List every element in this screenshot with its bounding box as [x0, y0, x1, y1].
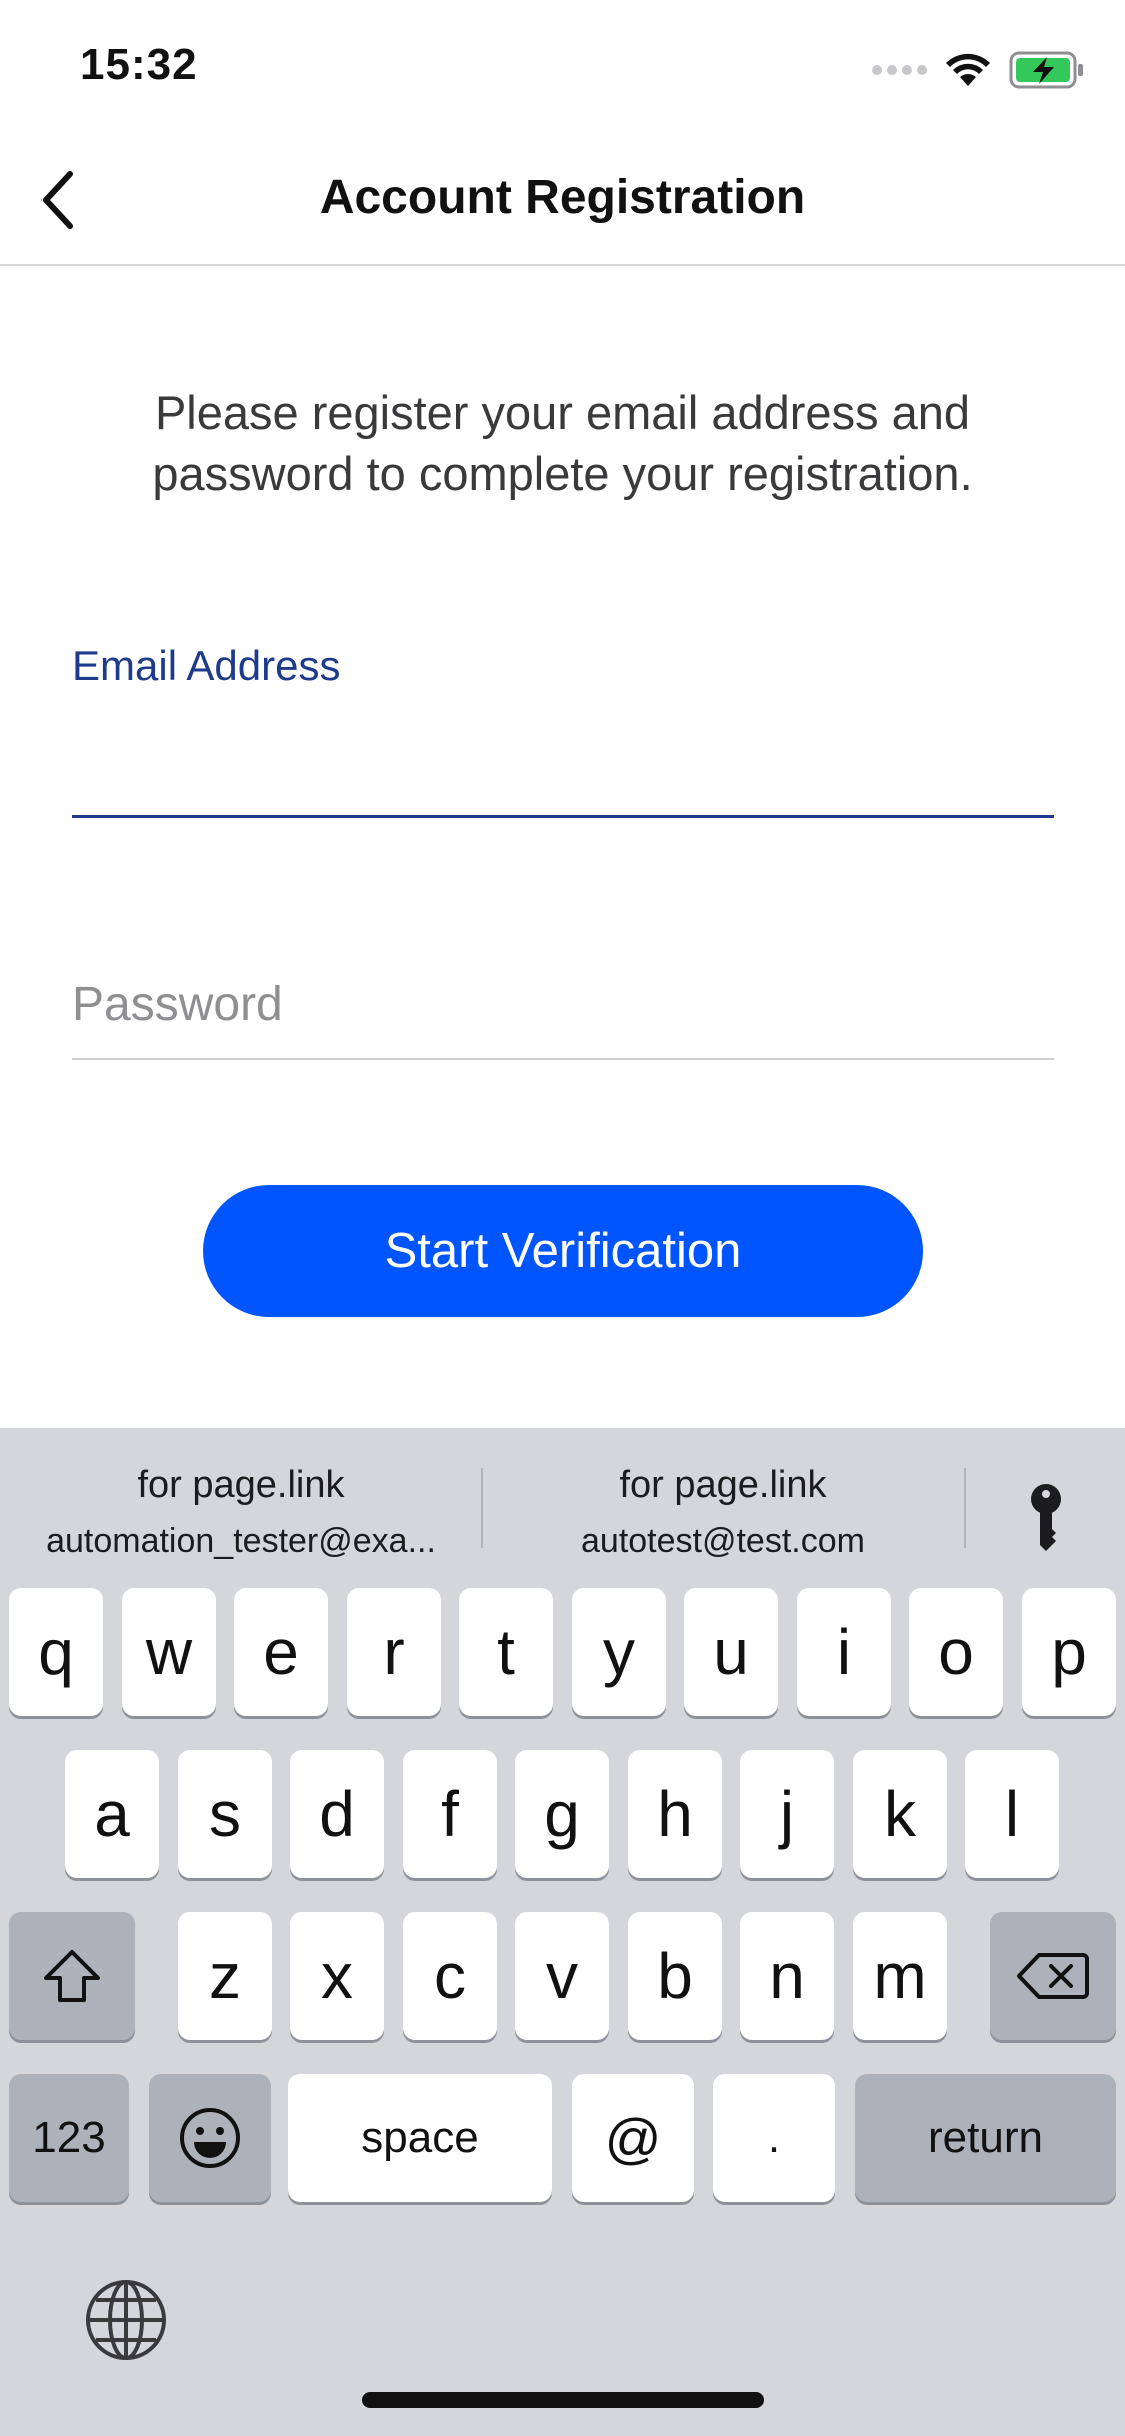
suggestion-site: for page.link	[137, 1464, 345, 1506]
suggestion-account: automation_tester@exa...	[46, 1522, 436, 1560]
key-h[interactable]: h	[628, 1750, 722, 1878]
suggestion-account: autotest@test.com	[581, 1522, 865, 1560]
chevron-left-icon	[43, 171, 73, 229]
shift-key[interactable]	[9, 1912, 135, 2040]
period-key[interactable]: .	[713, 2074, 835, 2202]
key-a[interactable]: a	[65, 1750, 159, 1878]
backspace-icon	[1017, 1953, 1089, 1999]
key-w[interactable]: w	[122, 1588, 216, 1716]
password-key-icon[interactable]	[1018, 1468, 1074, 1568]
battery-charging-icon	[1009, 51, 1083, 89]
numbers-key[interactable]: 123	[9, 2074, 129, 2202]
key-c[interactable]: c	[403, 1912, 497, 2040]
key-v[interactable]: v	[515, 1912, 609, 2040]
key-d[interactable]: d	[290, 1750, 384, 1878]
space-key[interactable]: space	[288, 2074, 552, 2202]
key-m[interactable]: m	[853, 1912, 947, 2040]
back-button[interactable]	[18, 160, 98, 240]
home-indicator	[362, 2392, 764, 2408]
cellular-signal-icon	[872, 65, 927, 75]
key-e[interactable]: e	[234, 1588, 328, 1716]
key-i[interactable]: i	[797, 1588, 891, 1716]
key-b[interactable]: b	[628, 1912, 722, 2040]
key-q[interactable]: q	[9, 1588, 103, 1716]
globe-icon[interactable]	[80, 2274, 172, 2366]
key-u[interactable]: u	[684, 1588, 778, 1716]
page-title: Account Registration	[319, 171, 806, 224]
wifi-icon	[946, 53, 990, 86]
key-o[interactable]: o	[909, 1588, 1003, 1716]
key-l[interactable]: l	[965, 1750, 1059, 1878]
key-g[interactable]: g	[515, 1750, 609, 1878]
password-field[interactable]	[72, 950, 1054, 1060]
suggestion-divider	[964, 1468, 966, 1548]
status-time: 15:32	[80, 40, 198, 89]
suggestion-site: for page.link	[619, 1464, 827, 1506]
navigation-bar: Account Registration	[0, 130, 1125, 266]
autofill-suggestion-2[interactable]: for page.link autotest@test.com	[500, 1460, 946, 1590]
key-r[interactable]: r	[347, 1588, 441, 1716]
key-n[interactable]: n	[740, 1912, 834, 2040]
autofill-suggestion-1[interactable]: for page.link automation_tester@exa...	[20, 1460, 462, 1590]
at-key[interactable]: @	[572, 2074, 694, 2202]
suggestion-divider	[481, 1468, 483, 1548]
key-p[interactable]: p	[1022, 1588, 1116, 1716]
email-label: Email Address	[72, 642, 341, 689]
email-field[interactable]	[72, 710, 1054, 818]
key-s[interactable]: s	[178, 1750, 272, 1878]
delete-key[interactable]	[990, 1912, 1116, 2040]
key-k[interactable]: k	[853, 1750, 947, 1878]
key-x[interactable]: x	[290, 1912, 384, 2040]
return-key[interactable]: return	[855, 2074, 1116, 2202]
status-icons	[872, 48, 1085, 92]
emoji-icon	[180, 2108, 240, 2168]
start-verification-button[interactable]: Start Verification	[203, 1185, 923, 1317]
key-y[interactable]: y	[572, 1588, 666, 1716]
instructions-text: Please register your email address and p…	[152, 386, 973, 500]
shift-icon	[44, 1950, 100, 2002]
key-t[interactable]: t	[459, 1588, 553, 1716]
key-f[interactable]: f	[403, 1750, 497, 1878]
key-j[interactable]: j	[740, 1750, 834, 1878]
emoji-key[interactable]	[149, 2074, 271, 2202]
key-z[interactable]: z	[178, 1912, 272, 2040]
